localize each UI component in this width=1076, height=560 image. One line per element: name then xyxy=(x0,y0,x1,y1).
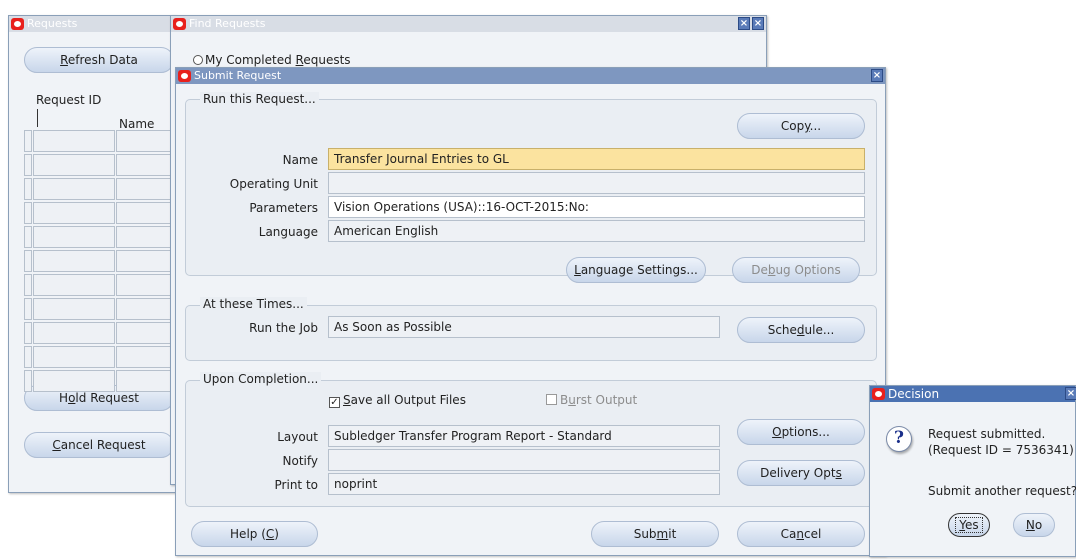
debug-options-button[interactable]: Debug Options xyxy=(732,257,860,283)
find-requests-titlebar[interactable]: Find Requests xyxy=(171,16,766,32)
operating-unit-label: Operating Unit xyxy=(229,177,318,191)
notify-label: Notify xyxy=(282,454,318,468)
notify-field[interactable] xyxy=(328,449,720,471)
row-selector[interactable] xyxy=(24,322,32,344)
copy-button[interactable]: Copy... xyxy=(737,113,865,139)
run-the-job-field[interactable]: As Soon as Possible xyxy=(328,316,720,338)
row-selector[interactable] xyxy=(24,226,32,248)
row-selector[interactable] xyxy=(24,346,32,368)
request-id-cell[interactable] xyxy=(33,346,115,368)
submit-request-title: Submit Request xyxy=(194,69,282,82)
submit-request-titlebar[interactable]: Submit Request xyxy=(176,68,885,84)
close-icon[interactable]: × xyxy=(871,69,883,82)
request-id-cell[interactable] xyxy=(33,250,115,272)
submit-button[interactable]: Submit xyxy=(591,521,719,547)
name-field[interactable]: Transfer Journal Entries to GL xyxy=(328,148,865,170)
decision-message-line1: Request submitted. xyxy=(928,427,1046,441)
operating-unit-field[interactable] xyxy=(328,172,865,194)
name-header: Name xyxy=(119,117,155,131)
row-selector[interactable] xyxy=(24,274,32,296)
name-cell[interactable] xyxy=(116,226,174,248)
oracle-logo-icon xyxy=(178,70,191,82)
run-the-job-label: Run the Job xyxy=(249,321,318,335)
request-id-cell[interactable] xyxy=(33,226,115,248)
help-button[interactable]: Help (C) xyxy=(191,521,318,547)
burst-output-checkbox[interactable]: Burst Output xyxy=(546,393,637,407)
requests-title: Requests xyxy=(27,17,78,30)
name-cell[interactable] xyxy=(116,274,174,296)
cancel-button[interactable]: Cancel xyxy=(737,521,865,547)
row-selector[interactable] xyxy=(24,202,32,224)
print-to-label: Print to xyxy=(274,478,318,492)
request-id-cell[interactable] xyxy=(33,322,115,344)
decision-message-line2: (Request ID = 7536341) xyxy=(928,443,1074,457)
name-cell[interactable] xyxy=(116,370,174,392)
options-button[interactable]: Options... xyxy=(737,419,865,445)
name-cell[interactable] xyxy=(116,178,174,200)
close-icon[interactable]: × xyxy=(1065,387,1076,400)
row-selector[interactable] xyxy=(24,178,32,200)
parameters-label: Parameters xyxy=(249,201,318,215)
request-id-cell[interactable] xyxy=(33,298,115,320)
cancel-request-button[interactable]: Cancel Request xyxy=(24,432,174,458)
row-selector[interactable] xyxy=(24,370,32,392)
times-group-title: At these Times... xyxy=(200,297,307,311)
decision-title: Decision xyxy=(888,387,940,401)
request-id-cell[interactable] xyxy=(33,274,115,296)
completion-group-title: Upon Completion... xyxy=(200,372,322,386)
question-icon: ? xyxy=(886,426,912,452)
column-divider xyxy=(37,109,38,127)
layout-label: Layout xyxy=(277,430,318,444)
print-to-field[interactable]: noprint xyxy=(328,473,720,495)
decision-question: Submit another request? xyxy=(928,484,1076,498)
name-cell[interactable] xyxy=(116,154,174,176)
my-completed-requests-radio[interactable]: My Completed Requests xyxy=(193,53,351,67)
requests-titlebar[interactable]: Requests xyxy=(9,16,175,32)
request-id-cell[interactable] xyxy=(33,370,115,392)
row-selector[interactable] xyxy=(24,154,32,176)
close-icon[interactable]: × xyxy=(738,17,750,30)
delivery-opts-button[interactable]: Delivery Opts xyxy=(737,460,865,486)
radio-icon[interactable] xyxy=(193,55,203,65)
save-output-checkbox[interactable]: ✓ Save all Output Files xyxy=(329,393,466,408)
find-requests-title: Find Requests xyxy=(189,17,266,30)
layout-field[interactable]: Subledger Transfer Program Report - Stan… xyxy=(328,425,720,447)
checkbox-checked-icon[interactable]: ✓ xyxy=(329,397,340,408)
name-label: Name xyxy=(282,153,318,167)
schedule-button[interactable]: Schedule... xyxy=(737,317,865,343)
row-selector[interactable] xyxy=(24,250,32,272)
request-id-cell[interactable] xyxy=(33,178,115,200)
name-cell[interactable] xyxy=(116,298,174,320)
name-cell[interactable] xyxy=(116,130,174,152)
close-icon[interactable]: × xyxy=(752,17,764,30)
name-cell[interactable] xyxy=(116,202,174,224)
language-settings-button[interactable]: Language Settings... xyxy=(566,257,706,283)
language-label: Language xyxy=(258,225,318,239)
run-request-group-title: Run this Request... xyxy=(200,92,319,106)
request-id-header: Request ID xyxy=(36,93,102,107)
decision-titlebar[interactable]: Decision xyxy=(870,386,1075,402)
oracle-logo-icon xyxy=(872,388,885,400)
language-field[interactable]: American English xyxy=(328,220,865,242)
oracle-logo-icon xyxy=(173,18,186,30)
yes-button[interactable]: Yes xyxy=(948,513,990,537)
requests-window: Requests Refresh Data Request ID Name Ho… xyxy=(8,15,176,493)
oracle-logo-icon xyxy=(11,18,24,30)
decision-dialog: Decision × ? Request submitted. (Request… xyxy=(869,385,1076,557)
request-id-cell[interactable] xyxy=(33,202,115,224)
row-selector[interactable] xyxy=(24,130,32,152)
submit-request-window: Submit Request × Run this Request... Cop… xyxy=(175,67,886,556)
parameters-field[interactable]: Vision Operations (USA)::16-OCT-2015:No: xyxy=(328,196,865,218)
name-cell[interactable] xyxy=(116,346,174,368)
refresh-data-button[interactable]: Refresh Data xyxy=(24,47,174,73)
no-button[interactable]: No xyxy=(1013,513,1055,537)
request-id-cell[interactable] xyxy=(33,154,115,176)
name-cell[interactable] xyxy=(116,322,174,344)
name-cell[interactable] xyxy=(116,250,174,272)
row-selector[interactable] xyxy=(24,298,32,320)
request-id-cell[interactable] xyxy=(33,130,115,152)
checkbox-unchecked-icon[interactable] xyxy=(546,394,557,405)
